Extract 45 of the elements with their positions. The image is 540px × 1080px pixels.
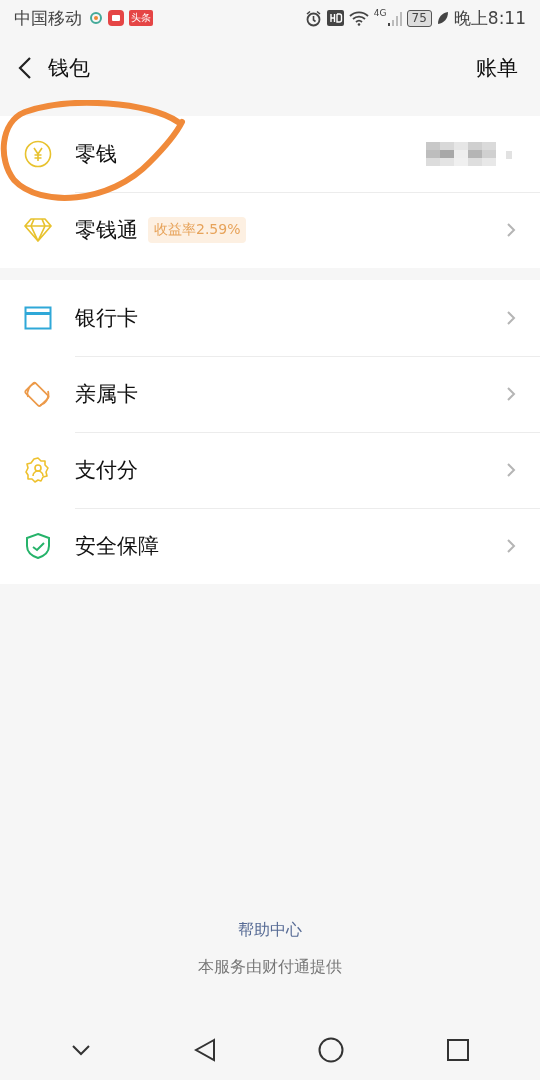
wallet-item[interactable]: 银行卡 bbox=[0, 280, 540, 356]
item-label: 银行卡 bbox=[75, 304, 138, 332]
provider-note: 本服务由财付通提供 bbox=[198, 957, 342, 978]
leaf-icon bbox=[436, 11, 449, 25]
item-label: 亲属卡 bbox=[75, 380, 138, 408]
chevron-icon bbox=[506, 538, 516, 554]
wallet-item[interactable]: 零钱 bbox=[0, 116, 540, 192]
chevron-icon bbox=[506, 385, 516, 402]
app-badge: 头条 bbox=[129, 10, 153, 26]
app-icon bbox=[89, 11, 103, 25]
chevron-down-icon bbox=[71, 1044, 92, 1056]
page-title: 钱包 bbox=[48, 55, 90, 82]
chevron-icon bbox=[506, 309, 516, 326]
yen-coin-icon bbox=[23, 140, 52, 168]
chevron-icon bbox=[506, 461, 516, 478]
bank-card-icon bbox=[23, 306, 52, 330]
battery-level: 75 bbox=[406, 9, 432, 27]
wallet-item[interactable]: 亲属卡 bbox=[0, 356, 540, 432]
wallet-item[interactable]: 零钱通 收益率2.59% bbox=[0, 192, 540, 268]
network-type: 4G bbox=[373, 8, 387, 18]
bills-button[interactable]: 账单 bbox=[476, 54, 518, 82]
wifi-icon bbox=[348, 10, 369, 26]
help-center-link[interactable]: 帮助中心 bbox=[238, 920, 302, 941]
triangle-icon bbox=[193, 1038, 216, 1062]
alarm-icon bbox=[304, 9, 322, 27]
app-icon bbox=[108, 10, 124, 26]
carrier-name: 中国移动 bbox=[14, 6, 82, 30]
wallet-item[interactable]: 安全保障 bbox=[0, 508, 540, 584]
wallet-item[interactable]: 支付分 bbox=[0, 432, 540, 508]
signal-icon bbox=[387, 10, 402, 26]
shield-check-icon bbox=[24, 532, 51, 560]
badge-person-icon bbox=[23, 456, 52, 484]
circle-icon bbox=[318, 1037, 345, 1063]
item-label: 零钱通 bbox=[75, 217, 138, 244]
item-label: 安全保障 bbox=[75, 533, 159, 560]
hd-icon bbox=[326, 10, 344, 26]
clock: 晚上8:11 bbox=[453, 6, 526, 30]
square-icon bbox=[446, 1039, 469, 1061]
yield-tag: 收益率2.59% bbox=[148, 217, 247, 243]
item-label: 零钱 bbox=[75, 140, 117, 168]
tilted-card-icon bbox=[23, 380, 52, 408]
chevron-icon bbox=[506, 222, 516, 238]
diamond-icon bbox=[23, 217, 52, 243]
back-icon bbox=[18, 56, 32, 80]
item-label: 支付分 bbox=[75, 456, 138, 484]
